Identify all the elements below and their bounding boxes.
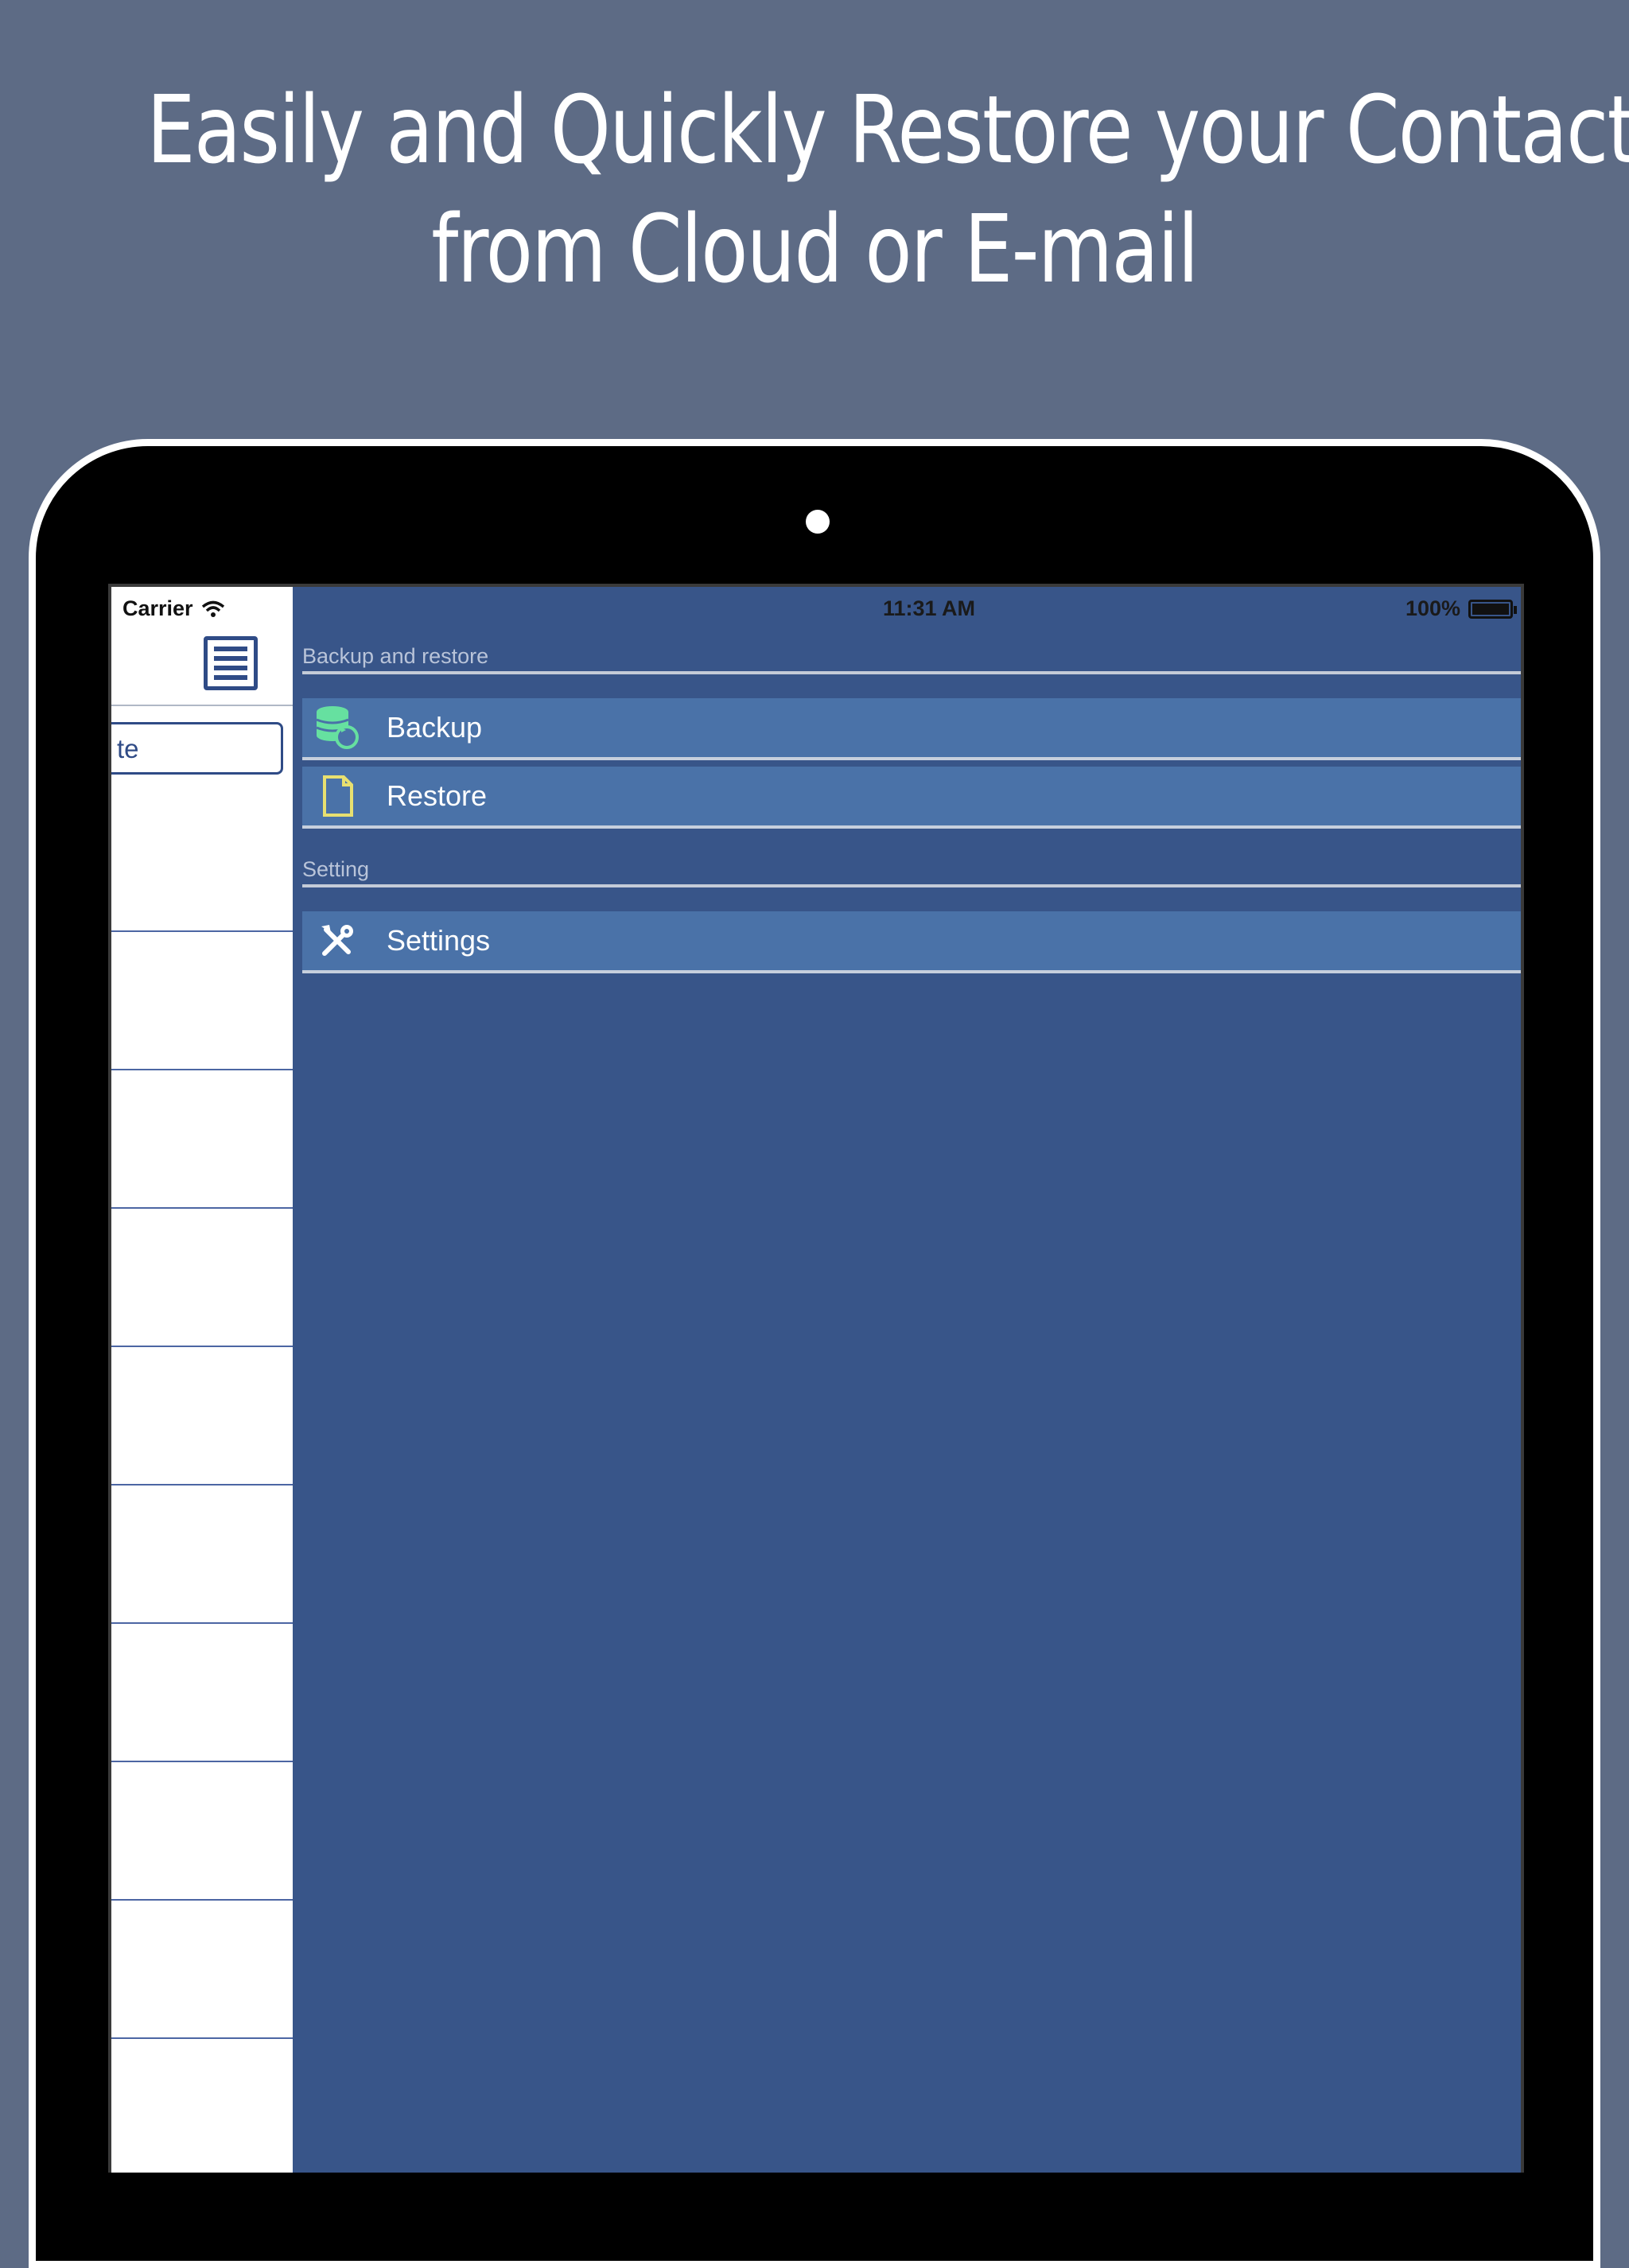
list-row-divider bbox=[111, 1622, 293, 1624]
battery-icon bbox=[1468, 599, 1517, 619]
section-title-backup: Backup and restore bbox=[302, 644, 489, 668]
status-battery: 100% bbox=[1405, 596, 1517, 621]
headline-line-1: Easily and Quickly Restore your Contacts bbox=[146, 75, 1629, 184]
section-divider bbox=[302, 884, 1521, 887]
section-divider bbox=[302, 671, 1521, 674]
status-carrier: Carrier bbox=[122, 596, 225, 621]
list-row-divider bbox=[111, 1899, 293, 1901]
menu-item-settings[interactable]: Settings bbox=[302, 911, 1521, 973]
document-icon bbox=[313, 772, 361, 820]
menu-item-restore[interactable]: Restore bbox=[302, 767, 1521, 829]
list-row-divider bbox=[111, 1346, 293, 1347]
list-row-divider bbox=[111, 1484, 293, 1485]
wifi-icon bbox=[201, 600, 224, 617]
headline-line-2: from Cloud or E-mail bbox=[431, 194, 1199, 304]
tools-icon bbox=[313, 917, 361, 965]
menu-toggle-icon[interactable] bbox=[204, 636, 258, 690]
menu-item-label: Settings bbox=[387, 924, 491, 957]
carrier-label: Carrier bbox=[122, 596, 193, 620]
list-row-divider bbox=[111, 1207, 293, 1209]
section-title-setting: Setting bbox=[302, 857, 370, 881]
search-input[interactable]: te bbox=[111, 722, 283, 775]
app-screen: Carrier te 11:31 AM 100% Backup and rest… bbox=[108, 584, 1524, 2173]
header-divider bbox=[111, 705, 293, 706]
menu-item-label: Restore bbox=[387, 779, 488, 812]
list-row-divider bbox=[111, 1069, 293, 1070]
list-row-divider bbox=[111, 930, 293, 932]
list-row-divider bbox=[111, 1761, 293, 1762]
menu-item-backup[interactable]: Backup bbox=[302, 698, 1521, 760]
battery-percent: 100% bbox=[1405, 596, 1460, 620]
headline: Easily and Quickly Restore your Contacts… bbox=[146, 70, 1629, 309]
camera-dot bbox=[806, 510, 830, 534]
database-refresh-icon bbox=[313, 704, 361, 751]
status-time: 11:31 AM bbox=[882, 596, 976, 620]
menu-item-label: Backup bbox=[387, 711, 483, 744]
list-row-divider bbox=[111, 2037, 293, 2039]
contacts-panel: Carrier te bbox=[111, 587, 293, 2173]
